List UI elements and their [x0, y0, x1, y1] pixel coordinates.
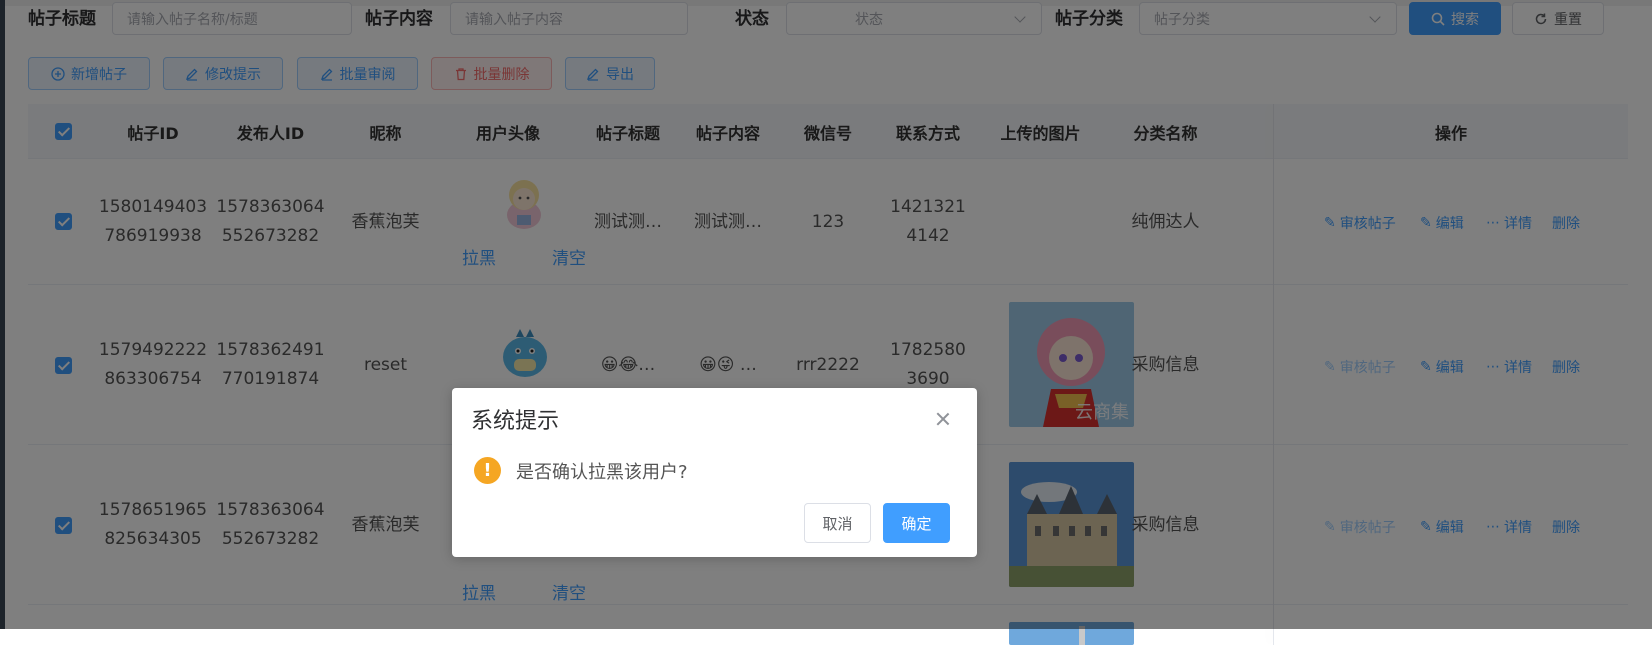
dialog-message: 是否确认拉黑该用户?	[516, 462, 688, 483]
cancel-label: 取消	[822, 514, 853, 533]
confirm-button[interactable]: 确定	[883, 503, 950, 543]
system-prompt-dialog: 系统提示 ! 是否确认拉黑该用户? 取消 确定	[452, 388, 977, 557]
warning-icon: !	[474, 457, 501, 484]
dialog-title: 系统提示	[471, 409, 560, 434]
confirm-label: 确定	[901, 514, 932, 533]
cancel-button[interactable]: 取消	[804, 503, 871, 543]
close-icon[interactable]	[935, 411, 951, 427]
